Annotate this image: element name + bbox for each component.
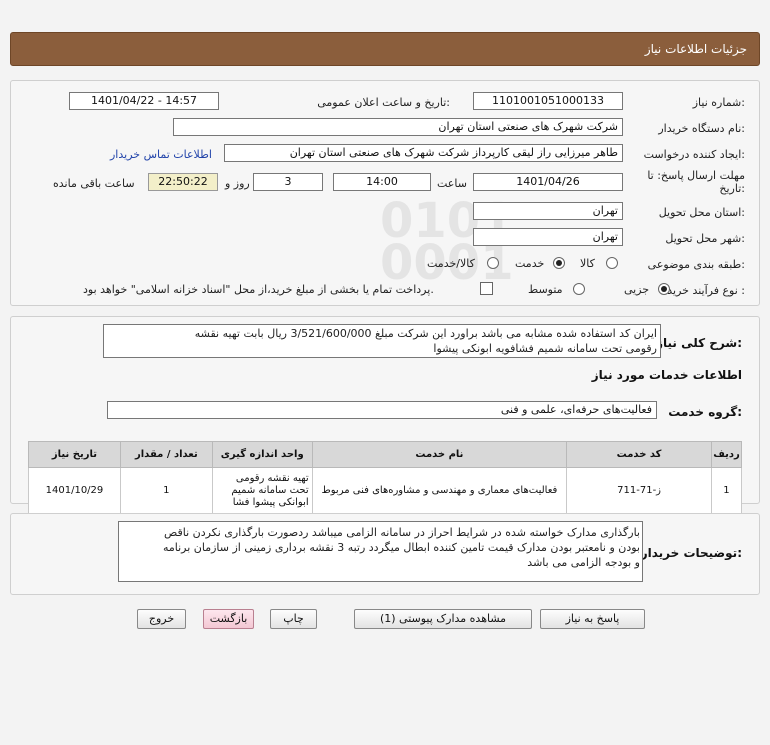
days-field: 3	[253, 173, 323, 191]
category-option-goods: کالا	[580, 257, 595, 270]
col-row: ردیف	[710, 441, 743, 468]
process-radio-minor[interactable]	[658, 283, 670, 295]
deadline-label-date: تاریخ:	[719, 182, 745, 195]
services-table: تاریخ نیاز تعداد / مقدار واحد اندازه گیر…	[28, 441, 743, 514]
category-label: طبقه بندی موضوعی:	[647, 258, 745, 271]
buyer-label: نام دستگاه خریدار:	[658, 122, 745, 135]
remaining-time-field: 22:50:22	[148, 173, 218, 191]
buyer-contact-link[interactable]: اطلاعات تماس خریدار	[110, 148, 212, 161]
announce-label: تاریخ و ساعت اعلان عمومی:	[317, 96, 450, 109]
category-radio-goods[interactable]	[606, 257, 618, 269]
info-panel	[10, 80, 760, 306]
process-label: نوع فرآیند خرید :	[667, 284, 745, 297]
buyer-notes-line-1: بارگذاری مدارک خواسته شده در شرایط احراز…	[163, 526, 640, 539]
category-option-service: خدمت	[515, 257, 545, 270]
city-field: تهران	[473, 228, 623, 246]
province-field: تهران	[473, 202, 623, 220]
table-header-row: تاریخ نیاز تعداد / مقدار واحد اندازه گیر…	[28, 441, 743, 468]
cell-row-number: 1	[710, 467, 743, 514]
col-unit: واحد اندازه گیری	[211, 441, 313, 468]
province-label: استان محل تحویل:	[658, 206, 745, 219]
process-radio-medium[interactable]	[573, 283, 585, 295]
table-row: 1401/10/29 1 تهیه نقشه رقومی تحت سامانه …	[28, 467, 743, 514]
cell-need-date: 1401/10/29	[28, 467, 121, 514]
exit-button[interactable]: خروج	[137, 609, 186, 629]
buyer-notes-line-2: بودن و نامعتبر بودن مدارک قیمت تامین کنن…	[162, 541, 640, 554]
col-quantity: تعداد / مقدار	[119, 441, 213, 468]
cell-service-name: فعالیت‌های معماری و مهندسی و مشاوره‌های …	[311, 467, 568, 514]
deadline-date-field: 1401/04/26	[473, 173, 623, 191]
attachments-button[interactable]: مشاهده مدارک پیوستی (1)	[354, 609, 532, 629]
announce-field: 1401/04/22 - 14:57	[69, 92, 219, 110]
service-group-field: فعالیت‌های حرفه‌ای، علمی و فنی	[107, 401, 657, 419]
cell-service-code: ز-71-711	[566, 467, 712, 514]
buyer-field: شرکت شهرک های صنعتی استان تهران	[173, 118, 623, 136]
cell-quantity: 1	[119, 467, 213, 514]
page-header: جزئیات اطلاعات نیاز	[10, 32, 760, 66]
description-label: شرح کلی نیاز:	[656, 336, 742, 350]
need-number-field: 1101001051000133	[473, 92, 623, 110]
reply-button[interactable]: پاسخ به نیاز	[540, 609, 645, 629]
remaining-label: ساعت باقی مانده	[53, 177, 135, 190]
need-number-label: شماره نیاز:	[692, 96, 745, 109]
category-option-goods-service: کالا/خدمت	[427, 257, 475, 270]
process-option-medium: متوسط	[528, 283, 563, 296]
back-button[interactable]: بازگشت	[203, 609, 254, 629]
creator-label: ایجاد کننده درخواست:	[643, 148, 745, 161]
category-radio-goods-service[interactable]	[487, 257, 499, 269]
city-label: شهر محل تحویل:	[665, 232, 745, 245]
deadline-time-label: ساعت	[437, 177, 467, 190]
days-label: روز و	[225, 177, 250, 190]
buyer-notes-label: توضیحات خریدار:	[640, 546, 742, 560]
col-need-date: تاریخ نیاز	[28, 441, 121, 468]
print-button[interactable]: چاپ	[270, 609, 317, 629]
col-service-name: نام خدمت	[311, 441, 568, 468]
col-service-code: کد خدمت	[566, 441, 712, 468]
services-section-title: اطلاعات خدمات مورد نیاز	[591, 368, 742, 382]
buyer-notes-line-3: و بودجه الزامی می باشد	[527, 556, 640, 569]
service-group-label: گروه خدمت:	[668, 405, 742, 419]
deadline-time-field: 14:00	[333, 173, 431, 191]
process-option-minor: جزیی	[624, 283, 650, 296]
deadline-label: مهلت ارسال پاسخ: تا	[647, 169, 745, 182]
description-line-1: ایران کد استفاده شده مشابه می باشد براور…	[194, 327, 657, 340]
cell-unit: تهیه نقشه رقومی تحت سامانه شمیم ابوانکی …	[211, 467, 313, 514]
treasury-checkbox[interactable]	[480, 282, 493, 295]
description-line-2: رقومی تحت سامانه شمیم فشافویه ابونکی پیش…	[433, 342, 657, 355]
creator-field: طاهر میرزایی راز لیقی کارپرداز شرکت شهرک…	[224, 144, 623, 162]
treasury-note: پرداخت تمام یا بخشی از مبلغ خرید،از محل …	[83, 283, 434, 296]
page-title: جزئیات اطلاعات نیاز	[644, 42, 747, 56]
category-radio-service[interactable]	[553, 257, 565, 269]
